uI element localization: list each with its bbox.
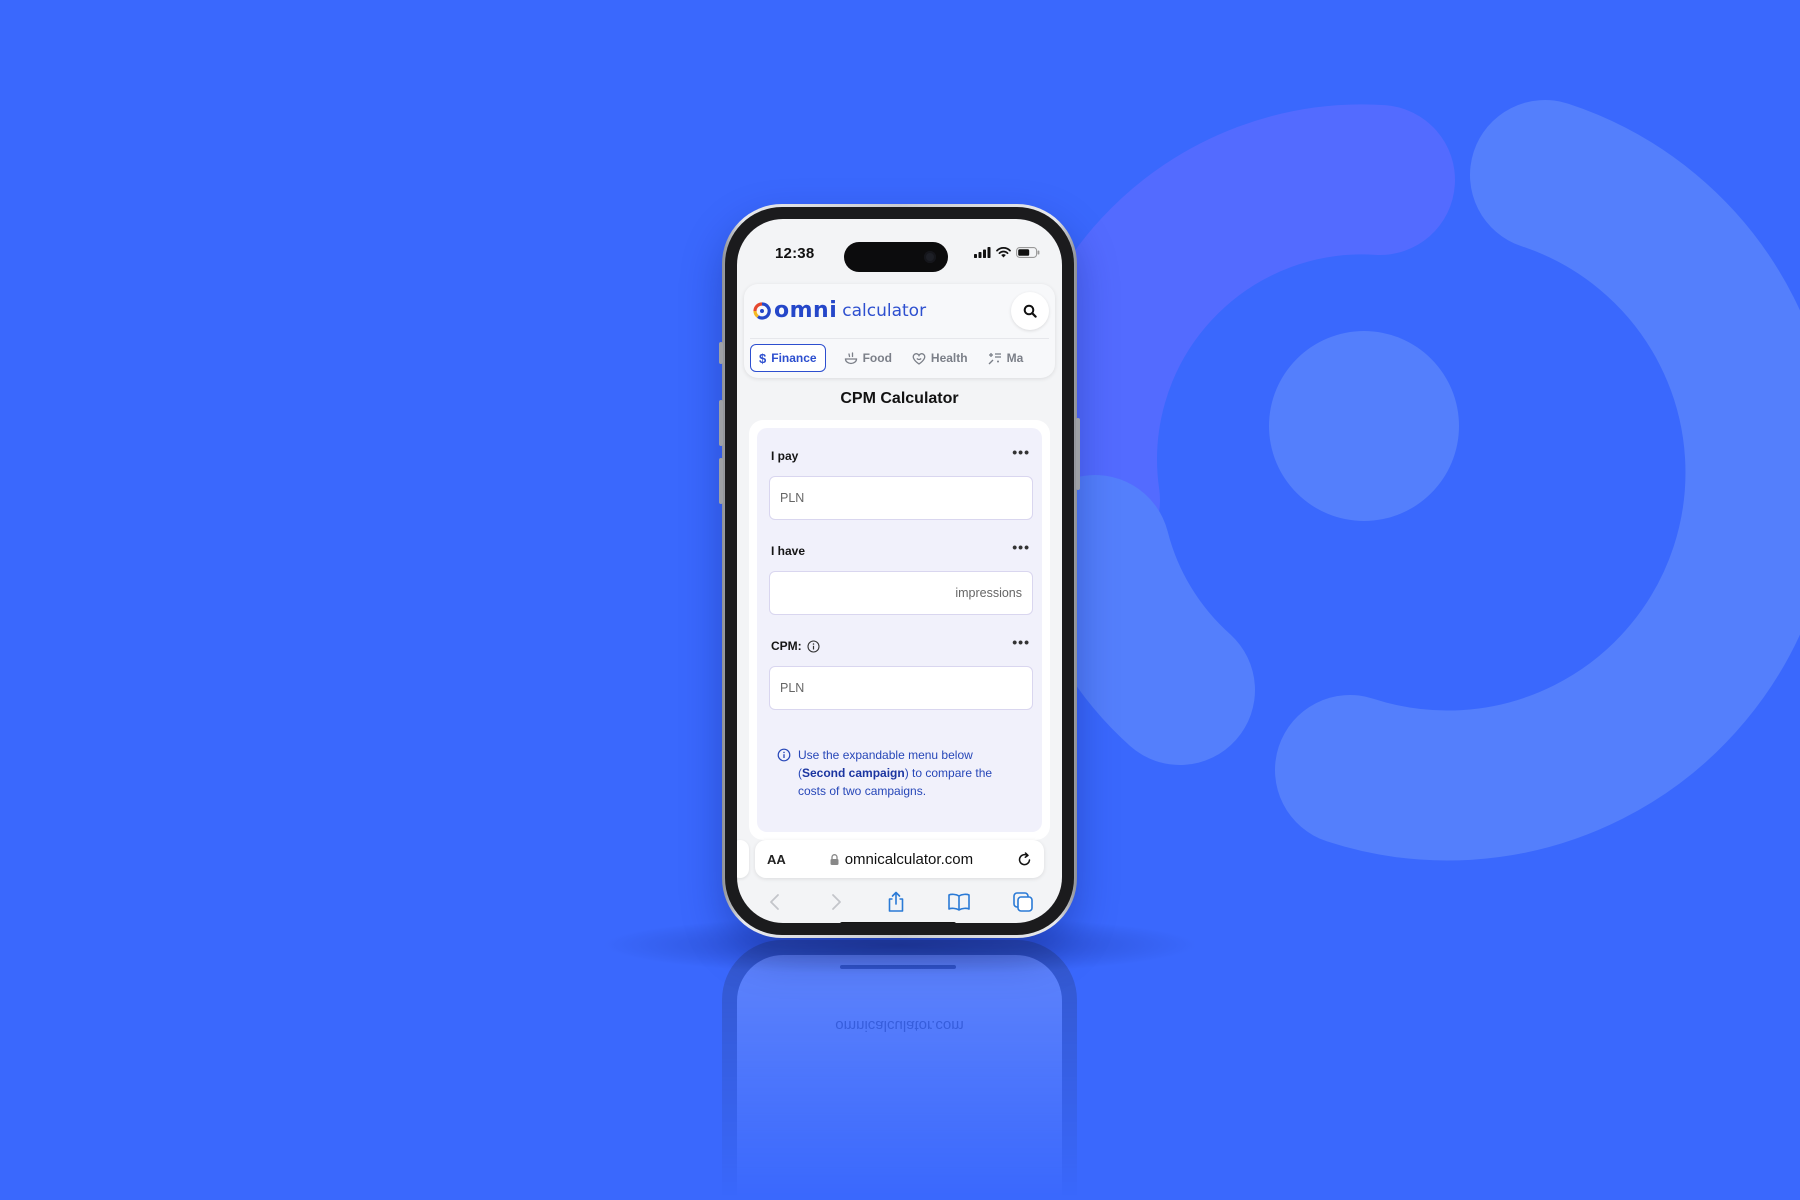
logo-subtitle: calculator — [842, 300, 927, 321]
wifi-icon — [996, 247, 1011, 258]
dynamic-island — [844, 242, 948, 272]
back-icon[interactable] — [765, 892, 785, 912]
calculator-card: I pay ••• PLN I have ••• impressions CPM… — [749, 420, 1050, 840]
url-text: omnicalculator.com — [844, 850, 974, 868]
tab-health[interactable]: Health — [910, 344, 970, 372]
share-icon[interactable] — [886, 891, 906, 913]
info-icon — [777, 748, 791, 762]
info-note: Use the expandable menu below (Second ca… — [777, 746, 1022, 800]
signal-icon — [974, 247, 991, 258]
unit-label: PLN — [780, 681, 805, 695]
previous-tab-stub[interactable] — [737, 840, 749, 878]
label-text: I pay — [771, 449, 799, 463]
more-options-icon[interactable]: ••• — [1012, 539, 1030, 555]
phone-reflection: omnicalculator.com — [722, 940, 1077, 1200]
tab-label: Health — [930, 351, 968, 365]
site-header: omni calculator $ Finance Food Health Ma — [744, 284, 1055, 378]
field-label-cpm: CPM: — [771, 639, 820, 653]
browser-toolbar — [737, 887, 1062, 917]
forward-icon[interactable] — [826, 892, 846, 912]
category-tabs: $ Finance Food Health Ma — [750, 343, 1055, 373]
tab-label: Food — [862, 351, 892, 365]
tab-finance[interactable]: $ Finance — [750, 344, 826, 372]
url-display[interactable]: omnicalculator.com — [830, 851, 973, 868]
search-button[interactable] — [1011, 292, 1049, 330]
info-icon[interactable] — [807, 639, 820, 653]
tabs-icon[interactable] — [1012, 891, 1034, 913]
reload-icon[interactable] — [1017, 851, 1032, 867]
more-options-icon[interactable]: ••• — [1012, 444, 1030, 460]
header-divider — [750, 338, 1049, 339]
impressions-input[interactable]: impressions — [769, 571, 1033, 615]
tab-math[interactable]: Ma — [986, 344, 1026, 372]
logo-word: omni — [774, 298, 838, 323]
label-text: CPM: — [771, 639, 802, 653]
search-icon — [1023, 304, 1037, 318]
camera-icon — [924, 251, 936, 263]
omni-logo-mark-icon — [753, 301, 771, 320]
field-label-i-have: I have — [771, 544, 805, 558]
unit-label: impressions — [955, 586, 1022, 600]
home-indicator[interactable] — [840, 922, 956, 923]
volume-down-button — [719, 458, 723, 504]
tab-food[interactable]: Food — [842, 344, 894, 372]
dollar-icon: $ — [759, 350, 767, 366]
omni-logo[interactable]: omni calculator — [752, 298, 926, 323]
text-size-button[interactable]: AA — [767, 852, 786, 867]
info-note-text: Use the expandable menu below (Second ca… — [798, 746, 1022, 800]
i-pay-input[interactable]: PLN — [769, 476, 1033, 520]
address-bar[interactable]: AA omnicalculator.com — [755, 840, 1044, 878]
heart-icon — [912, 352, 926, 365]
cpm-input[interactable]: PLN — [769, 666, 1033, 710]
page-title: CPM Calculator — [840, 390, 959, 407]
logo-ring-bottom-left — [1020, 475, 1255, 765]
unit-label: PLN — [780, 491, 805, 505]
browser-url-row: AA omnicalculator.com — [737, 837, 1062, 881]
reflection-home-indicator — [840, 965, 956, 969]
status-icons — [974, 247, 1040, 258]
tab-label: Finance — [771, 351, 817, 365]
label-text: I have — [771, 544, 806, 558]
second-campaign-link[interactable]: Second campaign — [802, 766, 905, 780]
tab-label: Ma — [1006, 351, 1024, 365]
reflection-url: omnicalculator.com — [835, 1017, 964, 1034]
logo-center-dot — [1269, 331, 1459, 521]
power-button — [1076, 418, 1080, 490]
battery-icon — [1016, 247, 1040, 258]
status-time: 12:38 — [775, 245, 815, 262]
more-options-icon[interactable]: ••• — [1012, 634, 1030, 650]
bookmarks-icon[interactable] — [947, 892, 971, 912]
field-label-i-pay: I pay — [771, 449, 798, 463]
action-button — [719, 342, 723, 364]
math-icon — [988, 352, 1001, 364]
volume-up-button — [719, 400, 723, 446]
bowl-icon — [844, 351, 857, 364]
lock-icon — [830, 853, 839, 865]
text-size-label: AA — [767, 851, 786, 867]
phone: 12:38 omni calculator $ Finance Food Hea… — [719, 204, 1080, 938]
phone-screen: 12:38 omni calculator $ Finance Food Hea… — [737, 219, 1062, 923]
